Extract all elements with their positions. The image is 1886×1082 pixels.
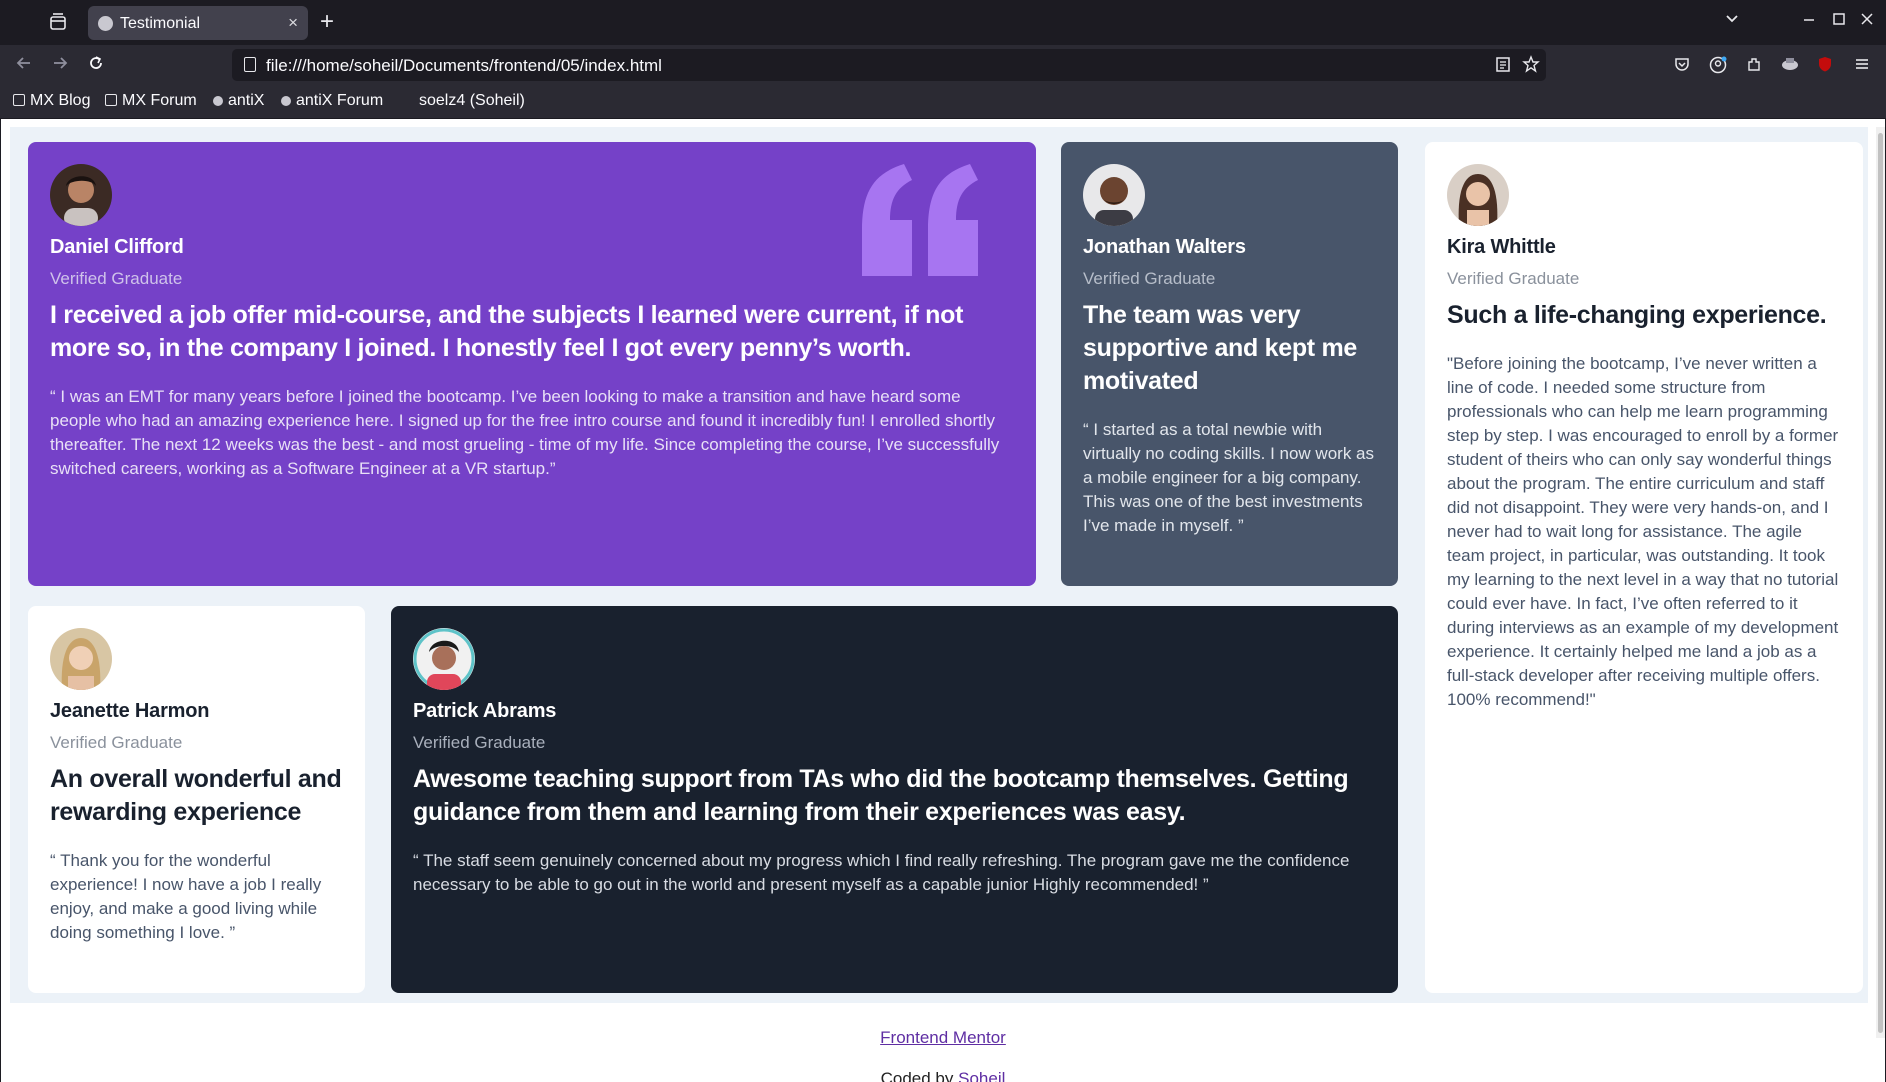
avatar	[413, 628, 475, 690]
tab-testimonial[interactable]: Testimonial ×	[88, 6, 308, 40]
reload-icon[interactable]	[86, 53, 106, 79]
coded-by-label: Coded by	[880, 1069, 954, 1082]
bookmark-label: MX Blog	[30, 92, 91, 109]
author-role: Verified Graduate	[1447, 269, 1580, 288]
bookmark-antix-forum[interactable]: antiX Forum	[281, 92, 383, 110]
testimonial-card-jeanette: Jeanette Harmon Verified Graduate An ove…	[28, 606, 365, 993]
testimonial-quote: “ I started as a total newbie with virtu…	[1083, 420, 1375, 535]
bookmark-antix[interactable]: antiX	[213, 92, 264, 110]
close-icon[interactable]: ×	[288, 13, 298, 33]
image-icon	[105, 94, 117, 106]
testimonial-headline: Awesome teaching support from TAs who di…	[413, 765, 1349, 826]
page-icon	[244, 57, 256, 72]
reader-view-icon[interactable]	[1495, 55, 1511, 78]
testimonial-quote: “ The staff seem genuinely concerned abo…	[413, 851, 1350, 894]
addon-icon[interactable]	[1780, 55, 1800, 75]
quotation-mark-icon	[862, 164, 978, 276]
globe-icon	[98, 16, 113, 31]
testimonial-quote: “ I was an EMT for many years before I j…	[50, 387, 1000, 478]
globe-icon	[281, 96, 291, 106]
testimonial-headline: I received a job offer mid-course, and t…	[50, 301, 964, 362]
minimize-icon[interactable]	[1802, 10, 1816, 31]
attribution-line: Frontend Mentor	[1, 1028, 1885, 1048]
pocket-icon[interactable]	[1672, 55, 1692, 75]
account-icon[interactable]	[1708, 55, 1728, 75]
scrollbar-thumb[interactable]	[1878, 133, 1883, 1033]
tab-bar: Testimonial × +	[0, 0, 1886, 45]
bookmark-label: soelz4 (Soheil)	[419, 92, 525, 109]
author-name: Jonathan Walters	[1083, 236, 1246, 258]
testimonial-card-jonathan: Jonathan Walters Verified Graduate The t…	[1061, 142, 1398, 586]
forward-arrow-icon[interactable]	[50, 53, 70, 79]
frontend-mentor-link[interactable]: Frontend Mentor	[880, 1028, 1006, 1047]
avatar	[50, 628, 112, 690]
url-text[interactable]: file:///home/soheil/Documents/frontend/0…	[266, 56, 662, 76]
testimonial-headline: An overall wonderful and rewarding exper…	[50, 765, 342, 826]
author-name: Kira Whittle	[1447, 236, 1556, 258]
chevron-down-icon[interactable]	[1724, 10, 1740, 31]
bookmark-label: antiX Forum	[296, 92, 384, 109]
author-role: Verified Graduate	[50, 733, 183, 752]
author-link[interactable]: Soheil	[958, 1069, 1005, 1082]
testimonial-headline: Such a life-changing experience.	[1447, 301, 1827, 329]
maximize-icon[interactable]	[1832, 10, 1846, 31]
extensions-icon[interactable]	[1744, 55, 1764, 75]
bookmark-star-icon[interactable]	[1522, 55, 1540, 78]
testimonial-quote: “ Thank you for the wonderful experience…	[50, 851, 322, 942]
scrollbar[interactable]	[1876, 127, 1885, 1038]
image-icon	[13, 94, 25, 106]
close-window-icon[interactable]	[1860, 10, 1874, 31]
testimonial-card-patrick: Patrick Abrams Verified Graduate Awesome…	[391, 606, 1398, 993]
bookmarks-bar: MX Blog MX Forum antiX antiX Forum soelz…	[0, 85, 1886, 118]
bookmark-mx-forum[interactable]: MX Forum	[105, 92, 197, 110]
bookmark-mx-blog[interactable]: MX Blog	[13, 92, 90, 110]
avatar	[1447, 164, 1509, 226]
author-role: Verified Graduate	[413, 733, 546, 752]
navigation-bar: file:///home/soheil/Documents/frontend/0…	[0, 45, 1886, 85]
menu-icon[interactable]	[1852, 55, 1872, 75]
bookmark-label: MX Forum	[122, 92, 197, 109]
bookmark-soelz4[interactable]: soelz4 (Soheil)	[419, 92, 525, 110]
tab-overview-icon[interactable]	[48, 12, 74, 34]
author-name: Jeanette Harmon	[50, 700, 210, 722]
new-tab-button[interactable]: +	[320, 8, 334, 36]
testimonial-quote: "Before joining the bootcamp, I’ve never…	[1447, 354, 1839, 709]
tab-title: Testimonial	[120, 15, 201, 32]
ublock-icon[interactable]	[1815, 55, 1835, 75]
testimonial-card-daniel: Daniel Clifford Verified Graduate I rece…	[28, 142, 1036, 586]
author-role: Verified Graduate	[1083, 269, 1216, 288]
testimonial-card-kira: Kira Whittle Verified Graduate Such a li…	[1425, 142, 1863, 993]
back-arrow-icon[interactable]	[14, 53, 34, 79]
testimonial-headline: The team was very supportive and kept me…	[1083, 301, 1358, 395]
avatar	[50, 164, 112, 226]
globe-icon	[213, 96, 223, 106]
bookmark-label: antiX	[228, 92, 265, 109]
avatar	[1083, 164, 1145, 226]
author-name: Patrick Abrams	[413, 700, 557, 722]
coded-by-line: Coded by Soheil	[1, 1069, 1885, 1082]
url-bar[interactable]: file:///home/soheil/Documents/frontend/0…	[232, 49, 1546, 81]
